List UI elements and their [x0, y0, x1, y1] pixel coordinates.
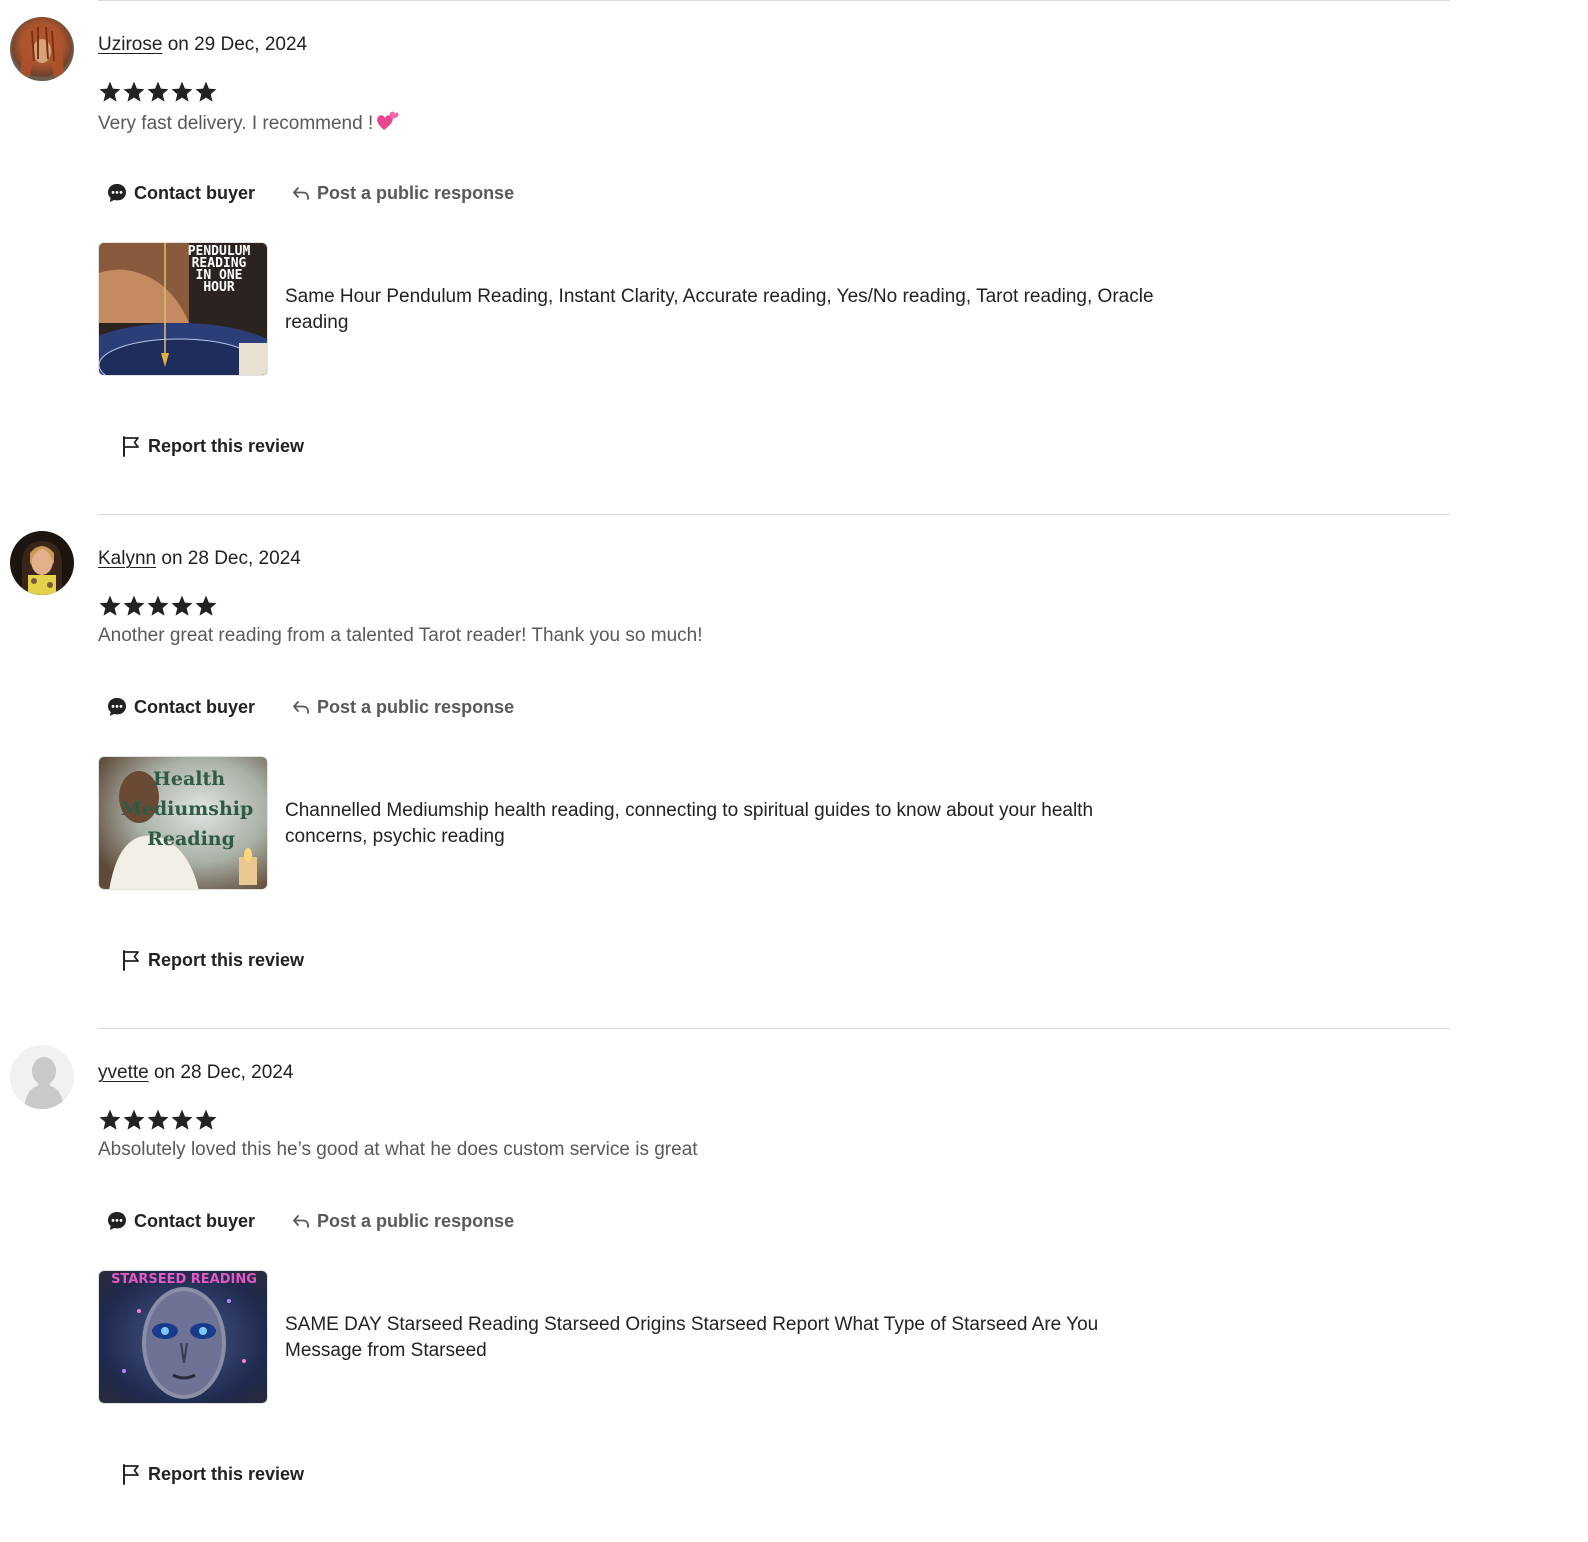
star-rating: [98, 80, 218, 104]
star-rating: [98, 1108, 218, 1132]
star-icon: [99, 81, 121, 102]
review-actions: Contact buyer Post a public response: [106, 180, 514, 206]
thumb-line-4: HOUR: [203, 280, 234, 295]
contact-buyer-label: Contact buyer: [134, 182, 256, 203]
review-date: on 28 Dec, 2024: [153, 1062, 294, 1083]
reviewer-avatar[interactable]: [10, 531, 74, 595]
review-item: yvette on 28 Dec, 2024 Absolutely loved …: [0, 1028, 1588, 1542]
thumb-line-1: STARSEED READING: [111, 1272, 257, 1287]
report-review-button[interactable]: Report this review: [122, 1463, 304, 1485]
review-byline: yvette on 28 Dec, 2024: [98, 1061, 293, 1085]
star-icon: [195, 595, 217, 616]
review-divider: [98, 1028, 1450, 1029]
chat-bubble-icon: [108, 184, 126, 202]
review-text-content: Very fast delivery. I recommend !: [98, 113, 374, 134]
review-divider: [98, 514, 1450, 515]
listing-title[interactable]: Same Hour Pendulum Reading, Instant Clar…: [285, 284, 1165, 336]
reply-arrow-icon: [293, 701, 309, 714]
review-actions: Contact buyer Post a public response: [106, 1208, 514, 1234]
reply-arrow-icon: [293, 187, 309, 200]
report-review-label: Report this review: [148, 949, 305, 970]
listing-thumbnail[interactable]: STARSEED READING: [98, 1270, 268, 1404]
contact-buyer-button[interactable]: Contact buyer: [106, 182, 255, 204]
review-item: Uzirose on 29 Dec, 2024 Very fast delive…: [0, 0, 1588, 514]
reviewer-avatar[interactable]: [10, 17, 74, 81]
star-icon: [195, 81, 217, 102]
post-public-response-label: Post a public response: [317, 1210, 515, 1231]
star-icon: [171, 595, 193, 616]
star-icon: [147, 595, 169, 616]
thumb-line-2: Mediumship: [121, 798, 254, 820]
flag-icon: [123, 950, 139, 971]
listing-title[interactable]: Channelled Mediumship health reading, co…: [285, 798, 1165, 850]
star-rating: [98, 594, 218, 618]
listing-card[interactable]: STARSEED READING SAME DAY Starseed Readi…: [98, 1270, 1198, 1404]
listing-title[interactable]: SAME DAY Starseed Reading Starseed Origi…: [285, 1312, 1165, 1364]
review-byline: Kalynn on 28 Dec, 2024: [98, 547, 301, 571]
star-icon: [123, 81, 145, 102]
review-text: Absolutely loved this he’s good at what …: [98, 1139, 698, 1160]
two-hearts-icon: [375, 110, 399, 139]
reviewer-name-link[interactable]: Uzirose: [98, 34, 162, 55]
star-icon: [171, 1109, 193, 1130]
review-divider: [98, 0, 1450, 1]
post-public-response-label: Post a public response: [317, 182, 515, 203]
review-item: Kalynn on 28 Dec, 2024 Another great rea…: [0, 514, 1588, 1028]
post-public-response-button[interactable]: Post a public response: [291, 1211, 514, 1232]
chat-bubble-icon: [108, 698, 126, 716]
listing-thumbnail[interactable]: Health Mediumship Reading: [98, 756, 268, 890]
thumb-line-1: Health: [153, 768, 225, 790]
star-icon: [147, 1109, 169, 1130]
contact-buyer-label: Contact buyer: [134, 1210, 256, 1231]
review-date: on 29 Dec, 2024: [167, 34, 308, 55]
post-public-response-label: Post a public response: [317, 696, 515, 717]
listing-card[interactable]: Health Mediumship Reading Channelled Med…: [98, 756, 1198, 890]
review-date: on 28 Dec, 2024: [161, 548, 301, 569]
flag-icon: [123, 1464, 139, 1485]
report-review-button[interactable]: Report this review: [122, 949, 304, 971]
post-public-response-button[interactable]: Post a public response: [291, 697, 514, 718]
reviewer-name-link[interactable]: yvette: [98, 1062, 149, 1083]
reviewer-avatar[interactable]: [10, 1045, 74, 1109]
review-actions: Contact buyer Post a public response: [106, 694, 514, 720]
star-icon: [195, 1109, 217, 1130]
contact-buyer-label: Contact buyer: [134, 696, 256, 717]
report-review-label: Report this review: [148, 1463, 305, 1484]
flag-icon: [123, 436, 139, 457]
review-text: Another great reading from a talented Ta…: [98, 625, 703, 646]
listing-card[interactable]: PENDULUM READING IN ONE HOUR Same Hour P…: [98, 242, 1198, 376]
report-review-button[interactable]: Report this review: [122, 435, 304, 457]
star-icon: [123, 595, 145, 616]
review-text: Very fast delivery. I recommend !: [98, 110, 399, 139]
star-icon: [123, 1109, 145, 1130]
thumb-line-3: Reading: [147, 828, 235, 850]
star-icon: [171, 81, 193, 102]
listing-thumbnail[interactable]: PENDULUM READING IN ONE HOUR: [98, 242, 268, 376]
report-review-label: Report this review: [148, 435, 305, 456]
star-icon: [99, 595, 121, 616]
review-byline: Uzirose on 29 Dec, 2024: [98, 33, 307, 57]
reviewer-name-link[interactable]: Kalynn: [98, 548, 156, 569]
post-public-response-button[interactable]: Post a public response: [291, 183, 514, 204]
chat-bubble-icon: [108, 1212, 126, 1230]
star-icon: [147, 81, 169, 102]
reply-arrow-icon: [293, 1215, 309, 1228]
contact-buyer-button[interactable]: Contact buyer: [106, 1210, 255, 1232]
contact-buyer-button[interactable]: Contact buyer: [106, 696, 255, 718]
star-icon: [99, 1109, 121, 1130]
